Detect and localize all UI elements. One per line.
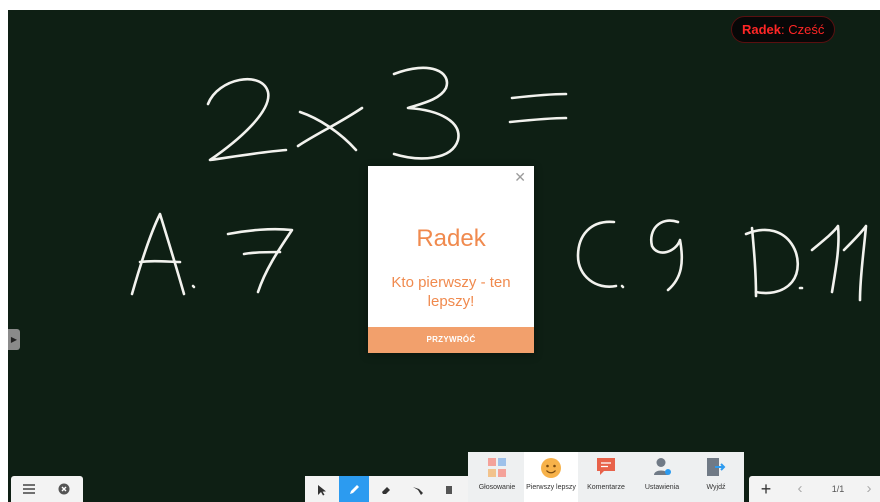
page-indicator: 1/1 bbox=[831, 484, 845, 494]
chat-sender: Radek bbox=[742, 22, 782, 37]
stroke-letter-a-bar bbox=[138, 259, 182, 264]
app-screen: Radek: Cześć ▶ ✕ Radek Kto pierwszy - te… bbox=[0, 0, 880, 502]
menu-item-settings[interactable]: Ustawienia bbox=[634, 452, 690, 502]
stroke-digit-7 bbox=[226, 227, 294, 294]
chevron-left-icon[interactable]: ‹ bbox=[791, 476, 809, 502]
chat-message-badge: Radek: Cześć bbox=[731, 16, 836, 43]
stroke-digit-1a bbox=[810, 224, 840, 294]
smiley-face-icon bbox=[540, 457, 562, 484]
stroke-dot-a bbox=[191, 284, 196, 289]
page-navigator: + ‹ 1/1 › bbox=[749, 476, 880, 502]
eraser-icon[interactable] bbox=[371, 476, 401, 502]
cursor-arrow-icon[interactable] bbox=[307, 476, 337, 502]
stroke-digit-3 bbox=[392, 66, 460, 160]
menu-label-voting: Głosowanie bbox=[478, 484, 516, 491]
chevron-right-icon: ▶ bbox=[10, 335, 18, 344]
stroke-letter-c bbox=[576, 220, 618, 288]
left-toolbar bbox=[11, 476, 83, 502]
dialog-message: Kto pierwszy - ten lepszy! bbox=[391, 274, 511, 310]
stroke-digit-7-bar bbox=[242, 250, 282, 256]
stroke-equals-2 bbox=[508, 116, 568, 124]
winner-name: Radek bbox=[416, 225, 486, 252]
menu-label-settings: Ustawienia bbox=[644, 484, 680, 491]
side-panel-toggle[interactable]: ▶ bbox=[8, 329, 20, 350]
close-circle-icon[interactable] bbox=[53, 476, 75, 502]
menu-item-voting[interactable]: Głosowanie bbox=[470, 452, 524, 502]
user-settings-icon bbox=[652, 457, 672, 482]
plus-icon[interactable]: + bbox=[755, 476, 777, 502]
close-icon[interactable]: ✕ bbox=[514, 169, 526, 186]
menu-item-first-responder[interactable]: Pierwszy lepszy bbox=[524, 452, 578, 502]
activities-menu: Głosowanie Pierwszy lepszy Komentarze Us… bbox=[468, 452, 744, 502]
stroke-letter-d-stem bbox=[750, 226, 758, 298]
laser-icon[interactable] bbox=[435, 476, 463, 502]
voting-icon bbox=[487, 457, 507, 484]
stroke-digit-2 bbox=[206, 77, 288, 162]
menu-item-exit[interactable]: Wyjdź bbox=[690, 452, 742, 502]
menu-label-exit: Wyjdź bbox=[706, 484, 726, 491]
comment-icon bbox=[596, 457, 616, 482]
drawing-toolbar bbox=[305, 476, 470, 502]
chat-text: Cześć bbox=[788, 22, 825, 37]
stroke-letter-a bbox=[130, 212, 186, 296]
pen-icon[interactable] bbox=[339, 476, 369, 502]
hamburger-menu-icon[interactable] bbox=[17, 476, 41, 502]
stroke-dot-c bbox=[620, 284, 625, 289]
chevron-right-icon[interactable]: › bbox=[861, 476, 877, 502]
stroke-equals-1 bbox=[510, 92, 568, 100]
restore-button[interactable]: PRZYWRÓĆ bbox=[368, 327, 534, 353]
exit-icon bbox=[706, 457, 726, 482]
stroke-digit-9 bbox=[649, 219, 684, 292]
highlighter-icon[interactable] bbox=[403, 476, 433, 502]
menu-label-comments: Komentarze bbox=[587, 484, 625, 491]
stroke-digit-1b bbox=[842, 224, 868, 302]
first-responder-dialog: ✕ Radek Kto pierwszy - ten lepszy! PRZYW… bbox=[368, 166, 534, 353]
menu-item-comments[interactable]: Komentarze bbox=[578, 452, 634, 502]
menu-label-first-responder: Pierwszy lepszy bbox=[526, 484, 576, 491]
